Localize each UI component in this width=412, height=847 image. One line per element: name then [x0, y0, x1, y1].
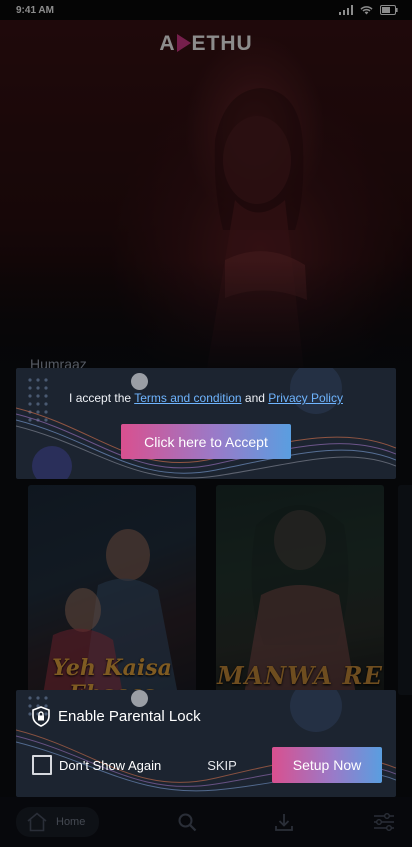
- parental-title-text: Enable Parental Lock: [58, 708, 201, 725]
- shield-lock-icon: [32, 706, 50, 727]
- terms-text: I accept the Terms and condition and Pri…: [16, 391, 396, 405]
- privacy-link[interactable]: Privacy Policy: [268, 391, 343, 405]
- terms-prefix: I accept the: [69, 391, 135, 405]
- drag-handle[interactable]: [131, 373, 148, 390]
- parental-title: Enable Parental Lock: [32, 706, 201, 727]
- drag-handle[interactable]: [131, 690, 148, 707]
- dont-show-again-checkbox[interactable]: [32, 755, 52, 775]
- parental-lock-dialog: Enable Parental Lock Don't Show Again SK…: [16, 690, 396, 797]
- terms-link[interactable]: Terms and condition: [134, 391, 241, 405]
- skip-button[interactable]: SKIP: [207, 758, 237, 773]
- accept-button[interactable]: Click here to Accept: [121, 424, 291, 459]
- setup-now-button[interactable]: Setup Now: [272, 747, 382, 783]
- dont-show-again-label[interactable]: Don't Show Again: [59, 758, 161, 773]
- terms-middle: and: [241, 391, 269, 405]
- parental-actions: Don't Show Again SKIP Setup Now: [32, 747, 382, 783]
- terms-accept-dialog: I accept the Terms and condition and Pri…: [16, 368, 396, 479]
